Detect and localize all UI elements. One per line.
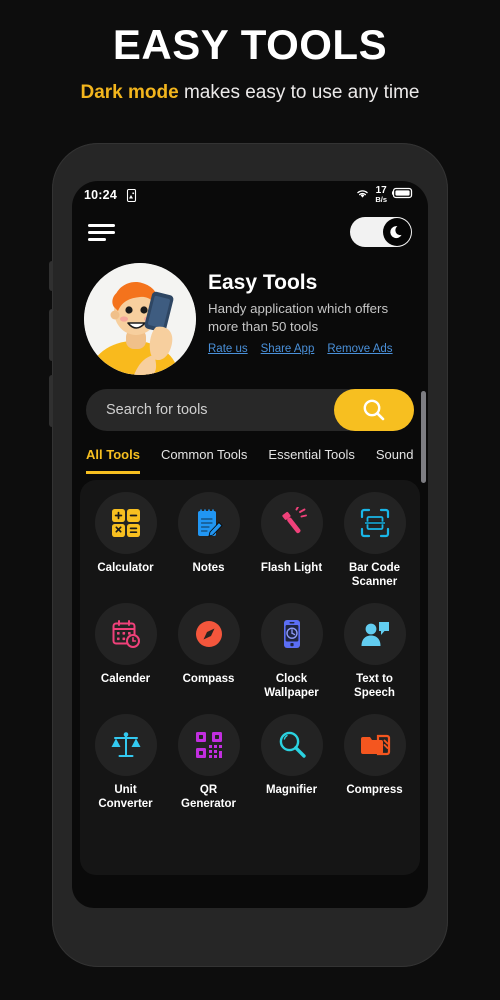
status-bar-right: 17 B/s [355,186,414,204]
scales-icon [94,714,157,777]
tool-label: Compass [182,673,235,686]
tools-row: Calculator Notes Flash Light Bar Code Sc… [84,492,416,589]
compass-icon [177,603,240,666]
app-top-bar [72,209,428,255]
tool-label: Bar Code Scanner [348,562,401,589]
app-header: Easy Tools Handy application which offer… [72,255,428,375]
calculator-icon [94,492,157,554]
promo-subtitle-highlight: Dark mode [80,82,179,104]
tab-sound[interactable]: Sound [376,447,414,471]
remove-ads-link[interactable]: Remove Ads [327,343,392,355]
clock-wallpaper-icon [260,603,323,666]
tool-label: Compress [346,784,403,797]
tab-common-tools[interactable]: Common Tools [161,447,247,471]
search-input[interactable] [86,402,334,418]
network-speed-unit: B/s [375,194,387,204]
tab-bar: All Tools Common Tools Essential Tools S… [72,431,428,474]
app-description: Handy application which offers more than… [208,301,389,335]
moon-icon [389,225,402,238]
tool-compress[interactable]: Compress [333,714,416,811]
promo-title: EASY TOOLS [112,21,388,68]
tool-label: Calender [100,673,151,686]
phone-side-button-bottom [49,375,53,427]
flashlight-icon [260,492,323,554]
dark-mode-toggle[interactable] [350,217,412,247]
vertical-scrollbar[interactable] [421,391,426,483]
qr-code-icon [177,714,240,777]
phone-side-button-top [49,261,53,291]
avatar [84,263,196,375]
tool-notes[interactable]: Notes [167,492,250,589]
promo-subtitle-rest: makes easy to use any time [178,82,420,104]
tools-row: Calender Compass Clock Wallpaper Text to… [84,603,416,700]
phone-frame: 10:24 17 B/s Easy Tools Handy applicatio… [49,143,448,967]
tool-label: Text to Speech [354,673,395,700]
wifi-icon [355,186,370,204]
promo-subtitle: Dark mode makes easy to use any time [0,80,500,106]
rate-us-link[interactable]: Rate us [208,343,248,355]
app-info: Easy Tools Handy application which offer… [196,263,418,375]
barcode-scanner-icon [343,492,406,554]
image-download-icon [126,188,137,202]
hamburger-menu-icon[interactable] [88,223,115,241]
tool-calculator[interactable]: Calculator [84,492,167,589]
tool-label: Unit Converter [98,784,153,811]
app-links: Rate us Share App Remove Ads [208,343,418,355]
tab-all-tools[interactable]: All Tools [86,447,140,474]
text-to-speech-icon [343,603,406,666]
phone-screen: 10:24 17 B/s Easy Tools Handy applicatio… [72,181,428,908]
magnifier-icon [260,714,323,777]
tools-row: Unit Converter QR Generator Magnifier Co… [84,714,416,811]
tool-label: Flash Light [260,562,323,574]
tool-label: QR Generator [181,784,236,811]
status-bar: 10:24 17 B/s [72,181,428,209]
tab-essential-tools[interactable]: Essential Tools [268,447,354,471]
share-app-link[interactable]: Share App [261,343,315,355]
tool-qr-generator[interactable]: QR Generator [167,714,250,811]
phone-side-button-mid [49,309,53,361]
toggle-knob [383,218,411,246]
battery-icon [392,186,414,204]
tool-calender[interactable]: Calender [84,603,167,700]
notes-icon [177,492,240,554]
tool-compass[interactable]: Compass [167,603,250,700]
tool-flash-light[interactable]: Flash Light [250,492,333,589]
tool-label: Clock Wallpaper [264,673,319,700]
search-row [72,375,428,431]
tool-label: Magnifier [265,784,318,797]
tool-text-to-speech[interactable]: Text to Speech [333,603,416,700]
tool-clock-wallpaper[interactable]: Clock Wallpaper [250,603,333,700]
network-speed: 17 B/s [375,186,387,203]
tool-label: Calculator [97,562,154,574]
tool-bar-code-scanner[interactable]: Bar Code Scanner [333,492,416,589]
status-bar-time: 10:24 [84,188,117,202]
calendar-icon [94,603,157,666]
promo-header: EASY TOOLS Dark mode makes easy to use a… [0,0,500,106]
tools-grid: Calculator Notes Flash Light Bar Code Sc… [80,480,420,875]
app-title: Easy Tools [208,271,318,294]
tool-unit-converter[interactable]: Unit Converter [84,714,167,811]
compress-folder-icon [343,714,406,777]
search-button[interactable] [334,389,414,431]
tool-magnifier[interactable]: Magnifier [250,714,333,811]
tool-label: Notes [192,562,225,574]
search-icon [363,399,385,421]
search-bar [86,389,414,431]
